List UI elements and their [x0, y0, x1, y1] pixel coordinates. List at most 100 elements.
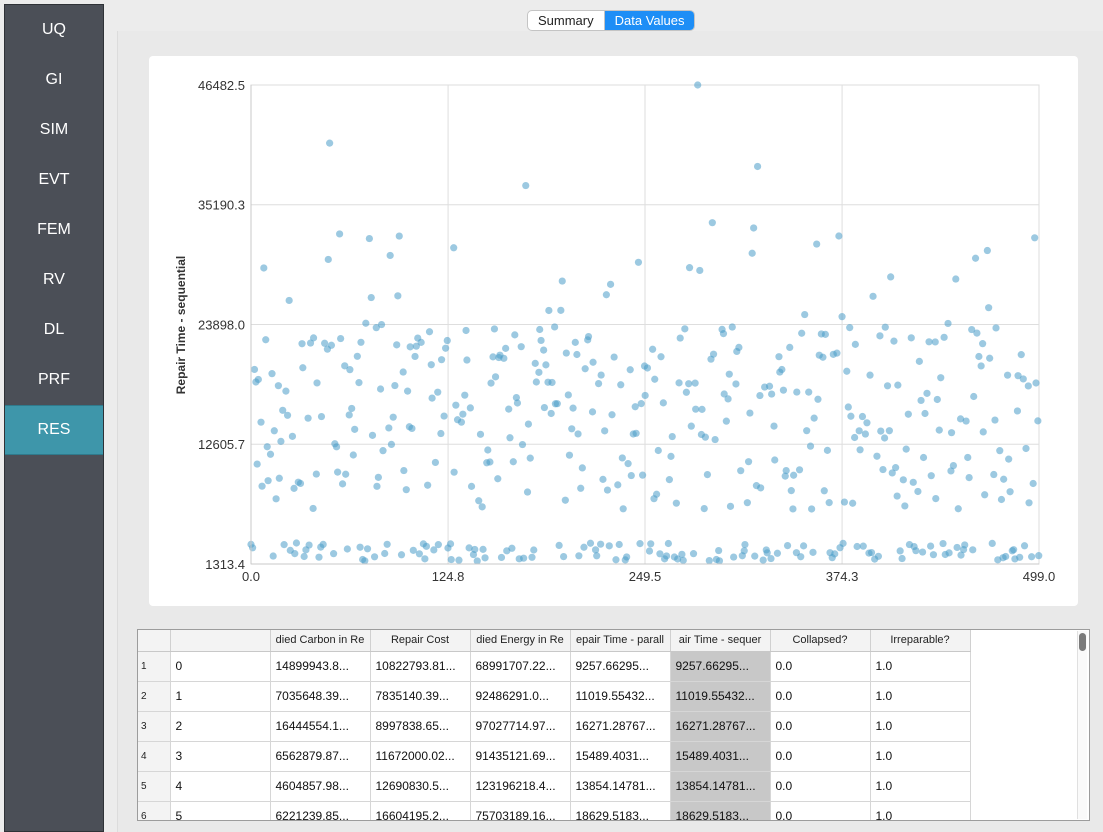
- row-header[interactable]: 2: [138, 681, 171, 712]
- table-cell[interactable]: 0.0: [770, 741, 871, 772]
- scatter-point: [866, 371, 874, 379]
- scatter-point: [427, 361, 435, 369]
- table-cell[interactable]: 4: [170, 771, 271, 802]
- column-header[interactable]: air Time - sequer: [670, 630, 771, 652]
- table-scroll-thumb[interactable]: [1079, 633, 1086, 651]
- table-cell[interactable]: 0.0: [770, 801, 871, 820]
- column-header[interactable]: Repair Cost: [370, 630, 471, 652]
- table-cell[interactable]: 11019.55432...: [570, 681, 671, 712]
- table-cell[interactable]: 1.0: [870, 771, 971, 802]
- row-header[interactable]: 6: [138, 801, 171, 820]
- tab-summary[interactable]: Summary: [528, 11, 604, 30]
- row-header[interactable]: 4: [138, 741, 171, 772]
- table-cell[interactable]: 1: [170, 681, 271, 712]
- scatter-point: [1013, 407, 1022, 415]
- column-header[interactable]: Irreparable?: [870, 630, 971, 652]
- table-cell[interactable]: 11672000.02...: [370, 741, 471, 772]
- table-cell[interactable]: 15489.4031...: [570, 741, 671, 772]
- scatter-point: [659, 399, 667, 407]
- table-cell[interactable]: 3: [170, 741, 271, 772]
- table-cell[interactable]: 1.0: [870, 741, 971, 772]
- table-row[interactable]: 1 0 14899943.8... 10822793.81... 68991707.22…: [138, 651, 971, 682]
- scatter-point: [783, 542, 792, 550]
- sidebar-item-evt[interactable]: EVT: [5, 155, 103, 205]
- table-cell[interactable]: 9257.66295...: [570, 651, 671, 682]
- table-cell[interactable]: 13854.14781...: [670, 771, 771, 802]
- table-cell[interactable]: 7035648.39...: [270, 681, 371, 712]
- scatter-point: [459, 410, 467, 418]
- table-cell[interactable]: 0: [170, 651, 271, 682]
- table-cell[interactable]: 91435121.69...: [470, 741, 571, 772]
- table-cell[interactable]: 2: [170, 711, 271, 742]
- sidebar-item-res[interactable]: RES: [5, 405, 103, 455]
- table-cell[interactable]: 8997838.65...: [370, 711, 471, 742]
- sidebar-item-dl[interactable]: DL: [5, 305, 103, 355]
- sidebar-item-rv[interactable]: RV: [5, 255, 103, 305]
- scatter-point: [548, 378, 556, 387]
- table-cell[interactable]: 0.0: [770, 681, 871, 712]
- table-cell[interactable]: 1.0: [870, 711, 971, 742]
- table-cell[interactable]: 16444554.1...: [270, 711, 371, 742]
- table-cell[interactable]: 1.0: [870, 801, 971, 820]
- table-cell[interactable]: 92486291.0...: [470, 681, 571, 712]
- table-cell[interactable]: 16604195.2...: [370, 801, 471, 820]
- table-scrollbar[interactable]: [1077, 631, 1087, 819]
- table-cell[interactable]: 10822793.81...: [370, 651, 471, 682]
- data-table[interactable]: died Carbon in Re Repair Cost died Energy …: [137, 629, 1090, 821]
- table-cell[interactable]: 18629.5183...: [570, 801, 671, 820]
- table-cell[interactable]: 13854.14781...: [570, 771, 671, 802]
- x-tick-label: 499.0: [1023, 569, 1056, 584]
- table-row[interactable]: 4 3 6562879.87... 11672000.02... 91435121.69…: [138, 741, 971, 772]
- row-header[interactable]: 3: [138, 711, 171, 742]
- table-row[interactable]: 5 4 4604857.98... 12690830.5... 123196218.4.…: [138, 771, 971, 802]
- table-cell[interactable]: 15489.4031...: [670, 741, 771, 772]
- scatter-point: [678, 550, 686, 558]
- table-cell[interactable]: 18629.5183...: [670, 801, 771, 820]
- sidebar-item-gi[interactable]: GI: [5, 55, 103, 105]
- table-cell[interactable]: 16271.28767...: [570, 711, 671, 742]
- column-header[interactable]: died Energy in Re: [470, 630, 571, 652]
- table-cell[interactable]: 12690830.5...: [370, 771, 471, 802]
- sidebar-item-fem[interactable]: FEM: [5, 205, 103, 255]
- table-cell[interactable]: 1.0: [870, 681, 971, 712]
- column-header[interactable]: epair Time - parall: [570, 630, 671, 652]
- column-header[interactable]: Collapsed?: [770, 630, 871, 652]
- table-corner[interactable]: [138, 630, 171, 652]
- table-cell[interactable]: 6221239.85...: [270, 801, 371, 820]
- scatter-point: [309, 334, 318, 342]
- table-cell[interactable]: 0.0: [770, 711, 871, 742]
- table-cell[interactable]: 14899943.8...: [270, 651, 371, 682]
- scatter-chart[interactable]: 0.0 124.8 249.5 374.3 499.01313.412605.72389…: [149, 56, 1078, 606]
- table-cell[interactable]: 75703189.16...: [470, 801, 571, 820]
- table-cell[interactable]: 9257.66295...: [670, 651, 771, 682]
- sidebar-item-uq[interactable]: UQ: [5, 5, 103, 55]
- scatter-point: [971, 254, 980, 262]
- table-cell[interactable]: 0.0: [770, 771, 871, 802]
- table-cell[interactable]: 1.0: [870, 651, 971, 682]
- row-header[interactable]: 1: [138, 651, 171, 682]
- sidebar-item-prf[interactable]: PRF: [5, 355, 103, 405]
- scatter-point: [455, 556, 463, 564]
- scatter-point: [732, 380, 740, 388]
- scatter-point: [997, 495, 1006, 504]
- column-header[interactable]: died Carbon in Re: [270, 630, 371, 652]
- table-row[interactable]: 6 5 6221239.85... 16604195.2... 75703189.16.…: [138, 801, 971, 820]
- table-cell[interactable]: 0.0: [770, 651, 871, 682]
- row-header[interactable]: 5: [138, 771, 171, 802]
- table-row[interactable]: 3 2 16444554.1... 8997838.65... 97027714.97.…: [138, 711, 971, 742]
- scatter-point: [450, 468, 458, 476]
- table-cell[interactable]: 7835140.39...: [370, 681, 471, 712]
- scatter-point: [547, 409, 555, 418]
- tab-data-values[interactable]: Data Values: [603, 11, 695, 30]
- table-cell[interactable]: 5: [170, 801, 271, 820]
- table-cell[interactable]: 16271.28767...: [670, 711, 771, 742]
- table-row[interactable]: 2 1 7035648.39... 7835140.39... 92486291.0..…: [138, 681, 971, 712]
- table-cell[interactable]: 68991707.22...: [470, 651, 571, 682]
- table-cell[interactable]: 4604857.98...: [270, 771, 371, 802]
- table-cell[interactable]: 97027714.97...: [470, 711, 571, 742]
- table-cell[interactable]: 11019.55432...: [670, 681, 771, 712]
- sidebar-item-sim[interactable]: SIM: [5, 105, 103, 155]
- table-cell[interactable]: 6562879.87...: [270, 741, 371, 772]
- table-cell[interactable]: 123196218.4...: [470, 771, 571, 802]
- column-header[interactable]: [170, 630, 271, 652]
